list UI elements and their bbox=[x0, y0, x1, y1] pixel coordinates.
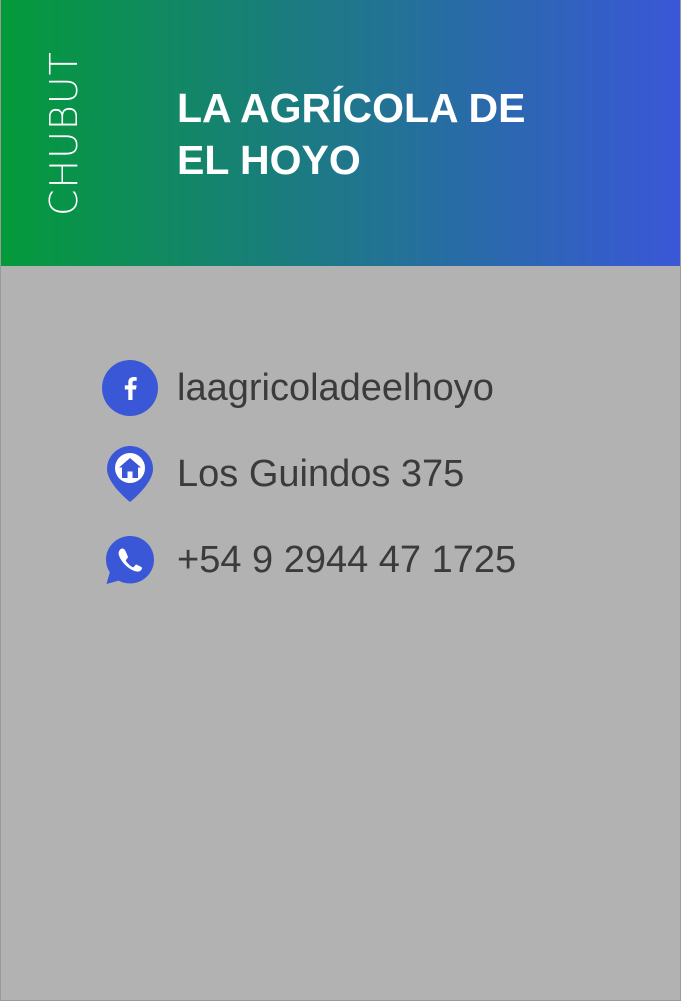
contact-facebook[interactable]: laagricoladeelhoyo bbox=[101, 358, 494, 418]
business-title-line-2: EL HOYO bbox=[177, 137, 361, 183]
phone-number: +54 9 2944 47 1725 bbox=[177, 538, 517, 581]
business-title-line-1: LA AGRÍCOLA DE bbox=[177, 85, 526, 131]
home-location-icon bbox=[101, 444, 159, 504]
whatsapp-icon bbox=[101, 530, 159, 590]
facebook-icon bbox=[101, 358, 159, 418]
facebook-handle: laagricoladeelhoyo bbox=[177, 366, 494, 409]
header-banner: CHUBUT LA AGRÍCOLA DE EL HOYO bbox=[1, 0, 680, 266]
contact-whatsapp[interactable]: +54 9 2944 47 1725 bbox=[101, 530, 516, 590]
business-card: CHUBUT LA AGRÍCOLA DE EL HOYO laagricola… bbox=[0, 0, 681, 1001]
contact-address[interactable]: Los Guindos 375 bbox=[101, 444, 464, 504]
address-text: Los Guindos 375 bbox=[177, 452, 465, 495]
region-label: CHUBUT bbox=[42, 51, 86, 216]
business-title: LA AGRÍCOLA DE EL HOYO bbox=[177, 82, 597, 186]
